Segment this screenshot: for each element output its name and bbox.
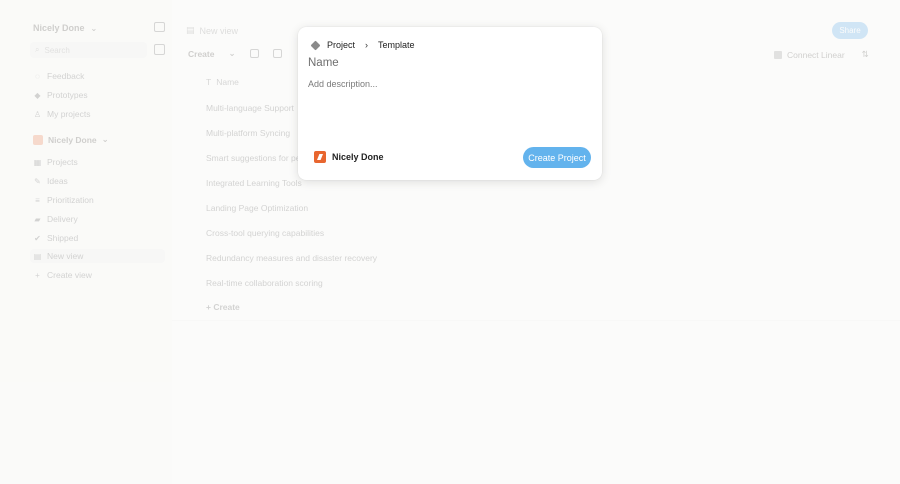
pencil-icon: ✎ (34, 176, 41, 186)
sidebar-item-new-view[interactable]: ▤ New view (30, 249, 165, 263)
team-logo-icon (314, 151, 326, 163)
chat-icon: ◌ (35, 71, 40, 81)
sidebar-item-label: Shipped (47, 233, 79, 243)
table-divider (172, 320, 900, 321)
breadcrumb-project[interactable]: Project (327, 40, 355, 50)
sidebar-item-feedback[interactable]: ◌ Feedback (33, 69, 84, 83)
toolbar: Create ⌄ (188, 48, 282, 59)
create-button[interactable]: Create (188, 49, 214, 59)
sidebar-item-create-view[interactable]: + Create view (33, 268, 92, 282)
sidebar-item-label: Ideas (47, 176, 68, 186)
sidebar-item-label: Delivery (47, 214, 78, 224)
sidebar-item-prototypes[interactable]: ◆ Prototypes (33, 88, 88, 102)
person-icon: ♙ (33, 109, 42, 119)
project-diamond-icon (310, 40, 321, 50)
view-title-text: New view (199, 25, 239, 36)
chevron-right-icon: › (365, 40, 369, 50)
team-selector-label: Nicely Done (332, 152, 384, 162)
project-name-input[interactable] (308, 57, 588, 69)
add-row-button[interactable]: + Create (206, 302, 874, 312)
diamond-icon: ◆ (34, 90, 41, 100)
calendar-icon: ▤ (33, 251, 42, 261)
tag-icon[interactable] (249, 49, 259, 58)
linear-icon (774, 50, 782, 59)
sidebar-item-shipped[interactable]: ✔ Shipped (33, 231, 78, 245)
chevron-down-icon: ⌄ (101, 134, 109, 144)
connect-linear-label: Connect Linear (787, 49, 845, 60)
table-row[interactable]: Real-time collaboration scoring (206, 278, 874, 288)
truck-icon: ▰ (34, 214, 41, 224)
plus-icon: + (35, 270, 40, 280)
workspace-name: Nicely Done (33, 23, 85, 33)
sidebar-item-delivery[interactable]: ▰ Delivery (33, 212, 78, 226)
sidebar-item-label: Create view (47, 270, 92, 280)
connect-linear-button[interactable]: Connect Linear ⇅ (774, 49, 869, 60)
breadcrumb-template[interactable]: Template (378, 40, 415, 50)
sidebar-item-label: Projects (47, 157, 78, 167)
sidebar: Nicely Done ⌄ ⌕ Search ◌ Feedback ◆ Protot… (0, 0, 172, 484)
sidebar-item-label: My projects (47, 109, 91, 119)
chevron-down-icon[interactable]: ⌄ (228, 48, 235, 59)
compose-icon[interactable] (154, 44, 165, 55)
text-icon: T (206, 77, 212, 87)
sidebar-item-label: New view (47, 251, 84, 261)
column-header-name[interactable]: T Name (206, 77, 239, 87)
table-row[interactable]: Landing Page Optimization (206, 203, 874, 213)
search-input[interactable]: ⌕ Search (30, 42, 147, 58)
sidebar-item-projects[interactable]: ▦ Projects (33, 155, 78, 169)
sidebar-item-label: Feedback (47, 71, 85, 81)
table-row[interactable]: Redundancy measures and disaster recover… (206, 253, 874, 263)
add-row-label: Create (213, 302, 240, 312)
stack-icon: ≡ (35, 195, 40, 205)
grid-icon: ▦ (33, 157, 42, 167)
share-button[interactable]: Share (832, 22, 868, 39)
search-placeholder: Search (44, 45, 70, 55)
layout-icon[interactable] (272, 49, 282, 58)
sidebar-item-my-projects[interactable]: ♙ My projects (33, 107, 91, 121)
check-icon: ✔ (34, 233, 41, 243)
team-name: Nicely Done (48, 134, 97, 145)
team-header[interactable]: Nicely Done ⌄ (33, 134, 109, 145)
sidebar-item-label: Prioritization (47, 195, 94, 205)
view-title[interactable]: ▤ New view (186, 25, 238, 36)
calendar-icon: ▤ (186, 25, 195, 35)
sort-icon[interactable]: ⇅ (862, 49, 869, 60)
table-row[interactable]: Cross-tool querying capabilities (206, 228, 874, 238)
column-header-label: Name (216, 77, 239, 87)
sidebar-item-label: Prototypes (47, 90, 88, 100)
chevron-down-icon: ⌄ (90, 23, 98, 33)
create-project-button[interactable]: Create Project (523, 147, 591, 168)
search-icon: ⌕ (35, 45, 40, 54)
sidebar-item-ideas[interactable]: ✎ Ideas (33, 174, 68, 188)
breadcrumb: Project › Template (310, 40, 415, 50)
sidebar-toggle-icon[interactable] (154, 22, 165, 32)
workspace-switcher[interactable]: Nicely Done ⌄ (33, 23, 97, 33)
team-logo-icon (33, 134, 43, 145)
sidebar-item-prioritization[interactable]: ≡ Prioritization (33, 193, 94, 207)
create-project-modal: Project › Template Nicely Done Create Pr… (298, 27, 602, 180)
team-selector[interactable]: Nicely Done (314, 151, 384, 163)
project-description-input[interactable] (308, 79, 588, 129)
